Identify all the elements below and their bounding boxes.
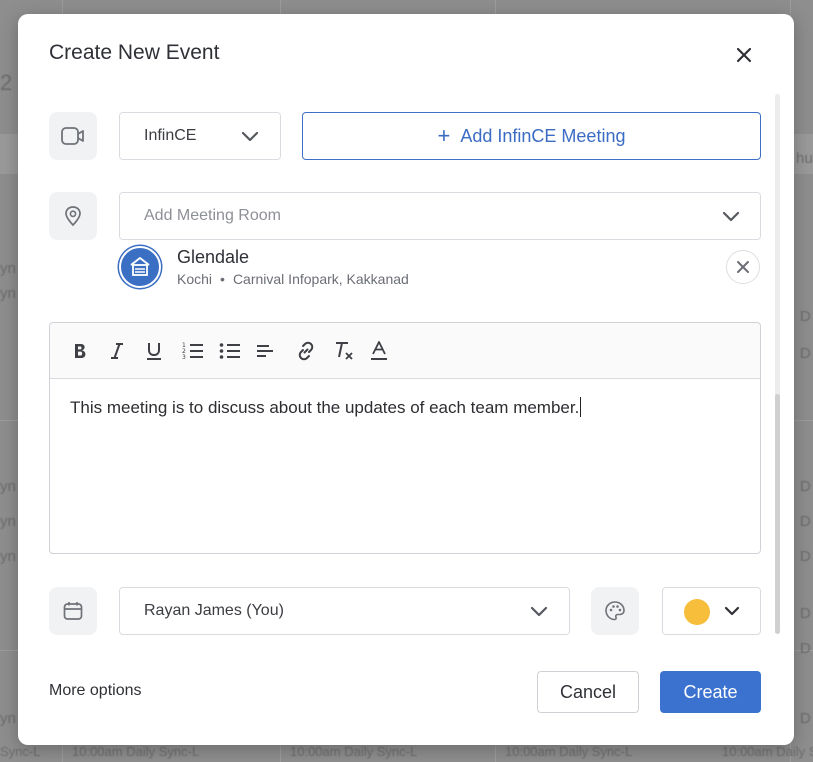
event-color-select[interactable] bbox=[662, 587, 761, 635]
bg-event: 10:00am Daily Sync-L bbox=[722, 744, 813, 759]
room-avatar bbox=[119, 246, 161, 288]
italic-button[interactable] bbox=[106, 340, 128, 362]
editor-content[interactable]: This meeting is to discuss about the upd… bbox=[70, 397, 740, 418]
underline-icon bbox=[147, 343, 161, 360]
remove-room-button[interactable] bbox=[726, 250, 760, 284]
underline-button[interactable] bbox=[143, 340, 165, 362]
add-meeting-label: Add InfinCE Meeting bbox=[460, 125, 626, 146]
bold-icon bbox=[75, 344, 86, 358]
bg-fragment: yn bbox=[0, 285, 16, 302]
bg-fragment: yn bbox=[0, 513, 16, 530]
bg-fragment: yn bbox=[0, 548, 16, 565]
bg-fragment: D bbox=[800, 640, 811, 657]
bg-event: 10:00am Daily Sync-L bbox=[505, 744, 633, 759]
bg-fragment: D bbox=[800, 308, 811, 325]
align-left-icon bbox=[257, 345, 273, 357]
bg-fragment: 2 bbox=[0, 70, 13, 95]
room-name: Glendale bbox=[177, 247, 250, 267]
meeting-room-placeholder: Add Meeting Room bbox=[144, 207, 281, 224]
conference-provider-select[interactable]: InfinCE bbox=[119, 112, 281, 160]
numbered-list-icon: 123 bbox=[182, 342, 203, 361]
numbered-list-button[interactable]: 123 bbox=[182, 340, 204, 362]
italic-icon bbox=[111, 343, 123, 359]
bg-fragment: D bbox=[800, 478, 811, 495]
scrollbar-thumb[interactable] bbox=[775, 394, 780, 634]
align-button[interactable] bbox=[254, 340, 276, 362]
plus-icon: + bbox=[437, 123, 451, 148]
conference-provider-value: InfinCE bbox=[144, 127, 197, 144]
calendar-icon bbox=[63, 602, 83, 620]
create-button[interactable]: Create bbox=[660, 671, 761, 713]
meeting-room-select[interactable]: Add Meeting Room bbox=[119, 192, 761, 240]
room-address-line: Kochi • Carnival Infopark, Kakkanad bbox=[177, 271, 409, 287]
video-icon-box bbox=[49, 112, 97, 160]
bg-fragment: D bbox=[800, 345, 811, 362]
more-options-link[interactable]: More options bbox=[49, 682, 142, 700]
calendar-icon-box bbox=[49, 587, 97, 635]
cancel-button[interactable]: Cancel bbox=[537, 671, 639, 713]
building-icon bbox=[130, 257, 150, 276]
bg-fragment: hu bbox=[796, 150, 813, 167]
text-color-icon bbox=[371, 341, 387, 360]
bullet-list-button[interactable] bbox=[219, 340, 241, 362]
close-icon bbox=[736, 47, 752, 63]
calendar-owner-select[interactable]: Rayan James (You) bbox=[119, 587, 570, 635]
chevron-down-icon bbox=[530, 606, 548, 617]
description-editor[interactable]: 123 This meeting is to discuss about the… bbox=[49, 322, 761, 554]
chevron-down-icon bbox=[241, 131, 259, 142]
video-camera-icon bbox=[61, 127, 84, 145]
create-event-dialog: Create New Event InfinCE + Add InfinCE M… bbox=[18, 14, 794, 745]
bg-fragment: yn bbox=[0, 710, 16, 727]
color-swatch bbox=[684, 599, 710, 625]
chevron-down-icon bbox=[724, 606, 740, 616]
palette-icon bbox=[605, 601, 625, 621]
calendar-owner-value: Rayan James (You) bbox=[144, 602, 284, 619]
room-separator: • bbox=[220, 271, 225, 287]
chevron-down-icon bbox=[722, 211, 740, 222]
location-icon-box bbox=[49, 192, 97, 240]
dialog-title: Create New Event bbox=[49, 41, 220, 64]
add-infince-meeting-button[interactable]: + Add InfinCE Meeting bbox=[302, 112, 761, 160]
bg-fragment: D bbox=[800, 605, 811, 622]
bg-fragment: D bbox=[800, 548, 811, 565]
bg-event: 10:00am Daily Sync-L bbox=[72, 744, 200, 759]
bold-button[interactable] bbox=[69, 340, 91, 362]
clear-format-icon bbox=[336, 342, 353, 360]
text-caret bbox=[580, 397, 582, 417]
location-pin-icon bbox=[65, 206, 81, 227]
bg-event: Sync-L bbox=[0, 744, 41, 759]
description-text: This meeting is to discuss about the upd… bbox=[70, 398, 580, 417]
text-color-button[interactable] bbox=[368, 340, 390, 362]
bullet-list-icon bbox=[219, 343, 240, 359]
bg-event: 10:00am Daily Sync-L bbox=[290, 744, 418, 759]
close-button[interactable] bbox=[733, 44, 755, 66]
bg-fragment: yn bbox=[0, 260, 16, 277]
editor-toolbar: 123 bbox=[50, 323, 760, 379]
bg-fragment: D bbox=[800, 513, 811, 530]
link-button[interactable] bbox=[295, 340, 317, 362]
bg-fragment: D bbox=[800, 710, 811, 727]
room-address: Carnival Infopark, Kakkanad bbox=[232, 271, 409, 287]
bg-fragment: yn bbox=[0, 478, 16, 495]
close-icon bbox=[737, 261, 749, 273]
svg-text:3: 3 bbox=[182, 354, 186, 361]
clear-format-button[interactable] bbox=[333, 340, 355, 362]
dialog-scrollbar[interactable] bbox=[775, 94, 780, 634]
room-city: Kochi bbox=[177, 271, 213, 287]
link-icon bbox=[298, 341, 314, 361]
palette-icon-box bbox=[591, 587, 639, 635]
